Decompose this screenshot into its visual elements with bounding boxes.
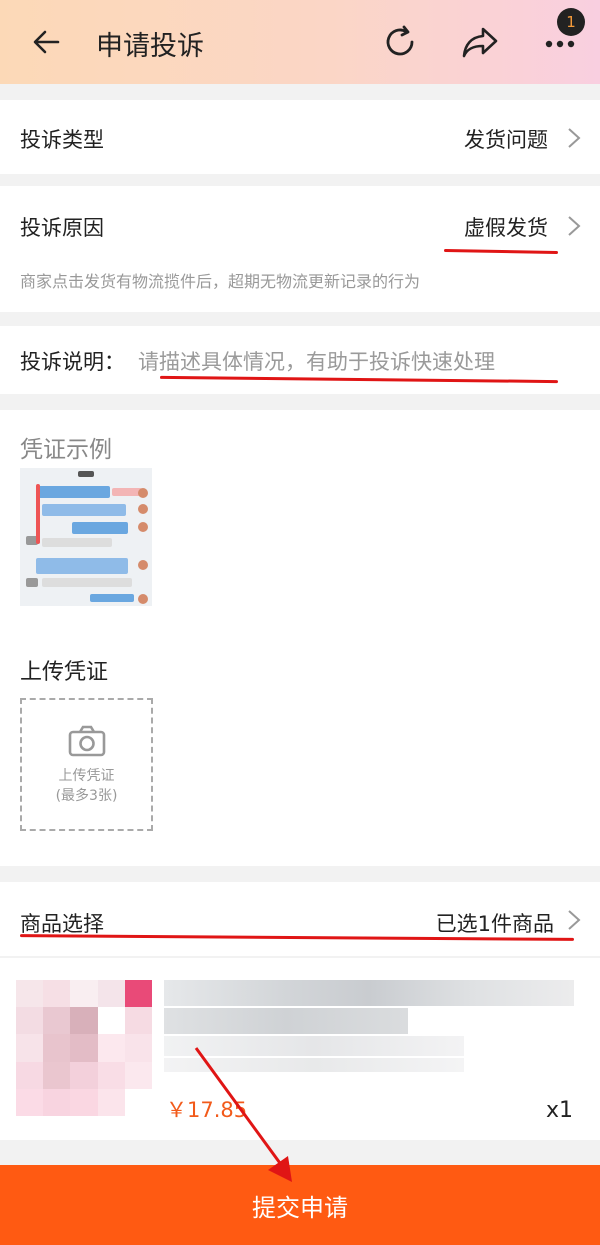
complaint-reason-description: 商家点击发货有物流揽件后，超期无物流更新记录的行为 (20, 272, 421, 291)
back-button[interactable] (26, 22, 66, 62)
share-icon (462, 27, 498, 58)
upload-title: 上传凭证 (20, 660, 109, 685)
product-title-blurred (164, 980, 574, 1006)
complaint-type-label: 投诉类型 (20, 128, 104, 152)
share-button[interactable] (460, 22, 500, 62)
chevron-right-icon (568, 216, 581, 236)
product-price: ￥17.85 (166, 1098, 248, 1122)
evidence-sample-image (20, 468, 152, 606)
complaint-reason-value: 虚假发货 (464, 216, 548, 240)
notification-badge: 1 (557, 8, 585, 36)
chevron-right-icon (568, 128, 581, 148)
refresh-button[interactable] (380, 22, 420, 62)
complaint-type-row[interactable]: 投诉类型 发货问题 (0, 100, 600, 174)
chevron-right-icon (568, 910, 581, 930)
product-spec-blurred-2 (164, 1058, 464, 1072)
complaint-description-label: 投诉说明： (20, 350, 125, 374)
upload-limit: (最多3张) (55, 787, 118, 804)
complaint-description-row: 投诉说明： 请描述具体情况，有助于投诉快速处理 (0, 326, 600, 394)
submit-button[interactable]: 提交申请 (0, 1165, 600, 1245)
complaint-reason-label: 投诉原因 (20, 216, 104, 240)
upload-evidence-button[interactable]: 上传凭证 (最多3张) (20, 698, 153, 831)
refresh-icon (386, 25, 414, 56)
product-select-row[interactable]: 商品选择 已选1件商品 (0, 882, 600, 956)
upload-label: 上传凭证 (58, 767, 115, 784)
top-bar: 申请投诉 1 (0, 0, 600, 84)
camera-icon (68, 725, 105, 756)
complaint-reason-row[interactable]: 投诉原因 虚假发货 商家点击发货有物流揽件后，超期无物流更新记录的行为 (0, 186, 600, 312)
arrow-left-icon (33, 30, 60, 54)
product-title-blurred-2 (164, 1008, 408, 1034)
product-spec-blurred (164, 1036, 464, 1056)
complaint-type-value: 发货问题 (464, 128, 548, 152)
product-select-value: 已选1件商品 (435, 912, 554, 936)
sample-title: 凭证示例 (20, 437, 112, 463)
page-title: 申请投诉 (96, 31, 204, 62)
product-thumbnail (16, 980, 152, 1116)
product-quantity: x1 (546, 1098, 574, 1123)
complaint-description-input[interactable]: 请描述具体情况，有助于投诉快速处理 (138, 346, 495, 376)
